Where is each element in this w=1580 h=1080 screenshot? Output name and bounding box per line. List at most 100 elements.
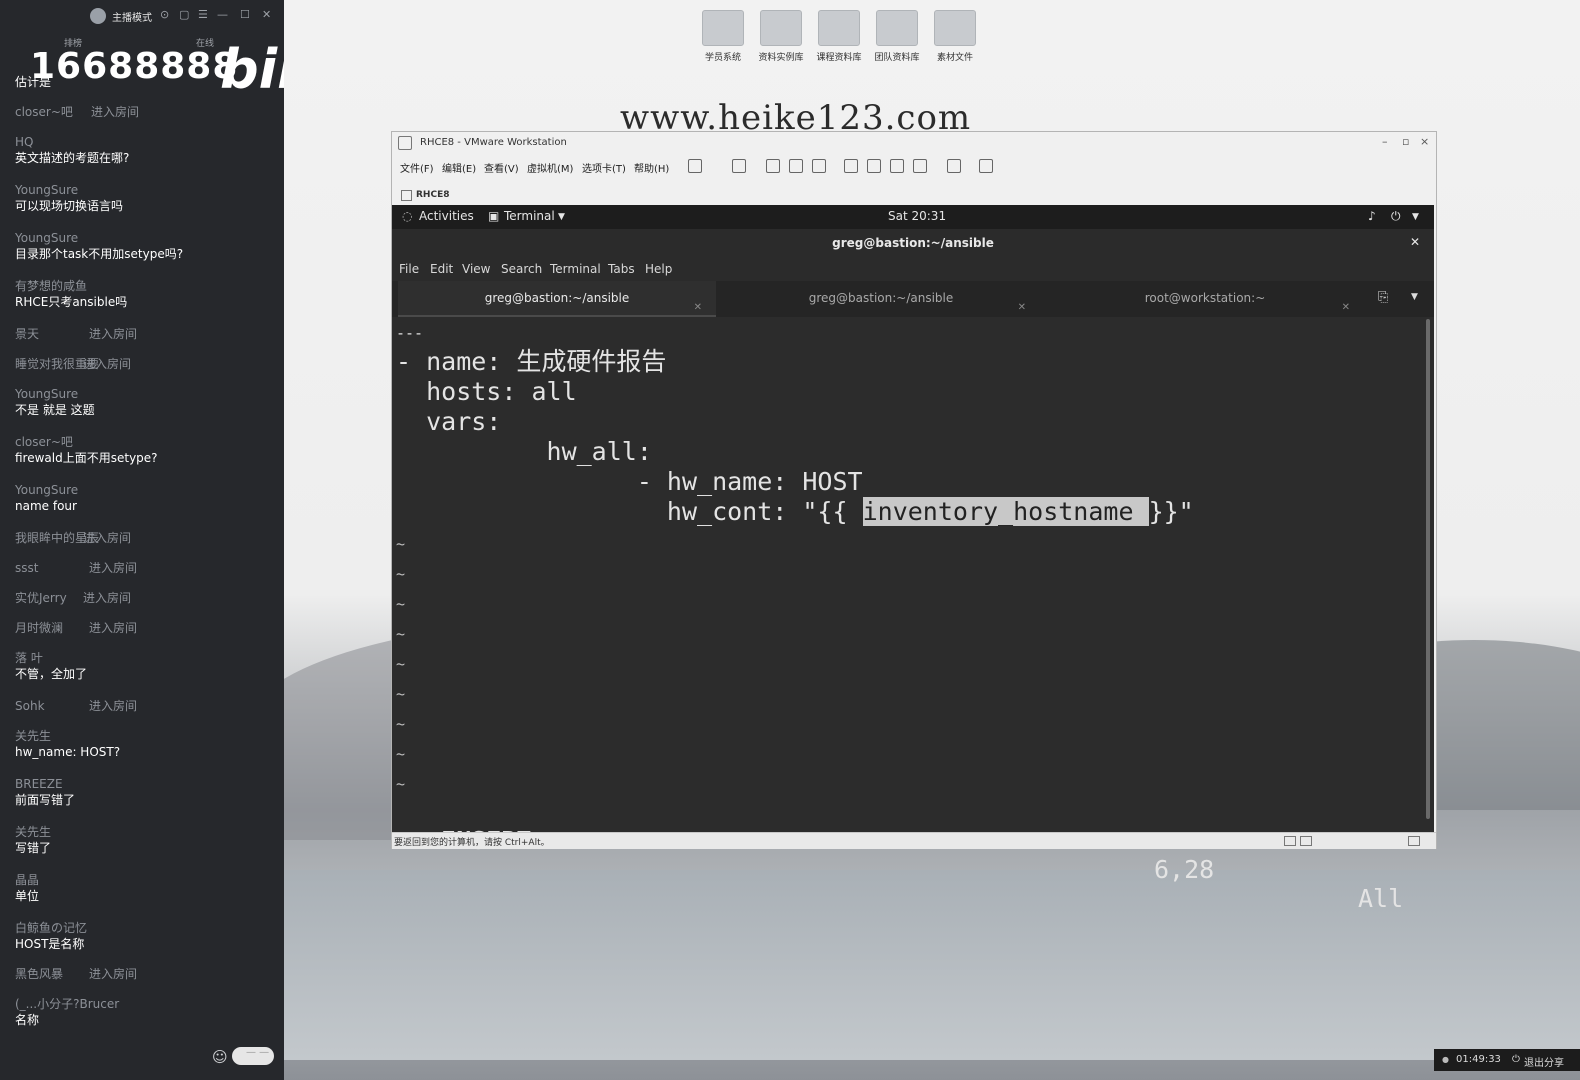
folder-icon: [702, 10, 744, 46]
chat-username[interactable]: closer~吧: [15, 104, 275, 120]
menu-view[interactable]: 查看(V): [484, 160, 519, 175]
fullscreen-icon[interactable]: [890, 159, 904, 173]
chat-username[interactable]: ssst: [15, 560, 275, 576]
menu-edit[interactable]: Edit: [430, 262, 453, 276]
chat-text: 不是 就是 这题: [15, 403, 95, 417]
console-icon[interactable]: [947, 159, 961, 173]
chat-username[interactable]: 睡觉对我很重要: [15, 356, 275, 372]
thumbnail-icon[interactable]: [867, 159, 881, 173]
power-icon[interactable]: ⏻: [1391, 209, 1401, 224]
volume-icon[interactable]: ♪: [1368, 209, 1376, 223]
chat-username[interactable]: BREEZE: [15, 776, 275, 792]
vim-editor[interactable]: --- - name: 生成硬件报告 hosts: all vars: hw_a…: [392, 317, 1422, 913]
menu-file[interactable]: File: [399, 262, 419, 276]
chat-username[interactable]: YoungSure: [15, 482, 275, 498]
chat-username[interactable]: 实优Jerry: [15, 590, 275, 606]
power-icon: ⏻: [1512, 1054, 1520, 1065]
desktop-icon[interactable]: 学员系统: [698, 10, 748, 63]
chat-message: BREEZE 前面写错了: [15, 776, 275, 808]
menu-file[interactable]: 文件(F): [400, 160, 434, 175]
menu-tabs[interactable]: 选项卡(T): [582, 160, 626, 175]
enter-room-notice: 进入房间: [83, 591, 132, 605]
close-icon[interactable]: ×: [1420, 135, 1429, 148]
menu-help[interactable]: 帮助(H): [634, 160, 669, 175]
chat-message: 月时微澜 进入房间: [15, 620, 275, 636]
scrollbar-thumb[interactable]: [1426, 319, 1430, 819]
close-icon[interactable]: ✕: [1410, 235, 1420, 249]
menu-help[interactable]: Help: [645, 262, 672, 276]
chat-message: ssst 进入房间: [15, 560, 275, 576]
desktop-icon[interactable]: 素材文件: [930, 10, 980, 63]
clock[interactable]: Sat 20:31: [888, 209, 946, 223]
terminal-menubar: File Edit View Search Terminal Tabs Help: [392, 257, 1434, 281]
terminal-tab[interactable]: greg@bastion:~/ansible ✕: [398, 281, 716, 317]
device-icon[interactable]: [1300, 836, 1312, 846]
chat-text: hw_name: HOST?: [15, 745, 121, 759]
chat-username[interactable]: YoungSure: [15, 182, 275, 198]
menu-icon[interactable]: ☰: [198, 9, 208, 21]
menu-vm[interactable]: 虚拟机(M): [527, 160, 573, 175]
chat-username[interactable]: 晶晶: [15, 872, 275, 888]
stretch-icon[interactable]: [979, 159, 993, 173]
streamer-mode-label: 主播模式: [112, 13, 152, 24]
chat-username[interactable]: (_...小分子?Brucer: [15, 996, 275, 1012]
chat-username[interactable]: 我眼眸中的星辰: [15, 530, 275, 546]
exit-share-button[interactable]: 退出分享: [1524, 1054, 1564, 1069]
minimize-icon[interactable]: —: [217, 9, 228, 21]
chat-username[interactable]: closer~吧: [15, 434, 275, 450]
scrollbar[interactable]: [1424, 317, 1432, 827]
chat-username[interactable]: 黑色风暴: [15, 966, 275, 982]
menu-view[interactable]: View: [462, 262, 490, 276]
network-icon[interactable]: [1284, 836, 1296, 846]
send-keys-icon[interactable]: [732, 159, 746, 173]
chat-username[interactable]: HQ: [15, 134, 275, 150]
vim-line: hosts: all: [396, 377, 577, 406]
chat-username[interactable]: 白鲸鱼の记忆: [15, 920, 275, 936]
chat-username[interactable]: 关先生: [15, 728, 275, 744]
new-tab-icon[interactable]: ⎘: [1378, 290, 1388, 305]
snapshot-icon[interactable]: [766, 159, 780, 173]
chat-username[interactable]: 落 叶: [15, 650, 275, 666]
chat-username[interactable]: YoungSure: [15, 386, 275, 402]
chat-username[interactable]: Sohk: [15, 698, 275, 714]
window-pin-icon[interactable]: ▢: [179, 9, 189, 21]
maximize-icon[interactable]: ☐: [240, 9, 250, 21]
chat-username[interactable]: 月时微澜: [15, 620, 275, 636]
chevron-down-icon[interactable]: ▼: [1412, 212, 1419, 222]
vmware-icon: [398, 136, 412, 150]
chat-text: HOST是名称: [15, 937, 85, 951]
menu-terminal[interactable]: Terminal: [550, 262, 601, 276]
sidebar-icon[interactable]: [844, 159, 858, 173]
message-icon[interactable]: [1408, 836, 1420, 846]
chat-username[interactable]: 有梦想的咸鱼: [15, 278, 275, 294]
menu-search[interactable]: Search: [501, 262, 542, 276]
smiley-icon[interactable]: ☺: [212, 1048, 228, 1066]
chat-username[interactable]: YoungSure: [15, 230, 275, 246]
menu-edit[interactable]: 编辑(E): [442, 160, 476, 175]
unity-icon[interactable]: [913, 159, 927, 173]
close-icon[interactable]: ✕: [262, 9, 271, 21]
activities-button[interactable]: Activities: [419, 209, 474, 223]
settings-icon[interactable]: ⊙: [160, 9, 169, 21]
desktop-icon[interactable]: 课程资料库: [814, 10, 864, 63]
chat-input-toggle[interactable]: — —: [232, 1047, 274, 1065]
record-dot-icon: ●: [1442, 1055, 1449, 1064]
enter-room-notice: 进入房间: [83, 357, 132, 371]
maximize-icon[interactable]: ▫: [1402, 135, 1409, 148]
desktop-icon[interactable]: 资料实例库: [756, 10, 806, 63]
chat-username[interactable]: 关先生: [15, 824, 275, 840]
terminal-tab[interactable]: greg@bastion:~/ansible ✕: [722, 281, 1040, 315]
chat-username[interactable]: 景天: [15, 326, 275, 342]
app-menu[interactable]: Terminal: [504, 209, 555, 223]
chat-text: 名称: [15, 1013, 40, 1027]
snapshot-manager-icon[interactable]: [812, 159, 826, 173]
menu-tabs[interactable]: Tabs: [608, 262, 635, 276]
desktop-icon[interactable]: 团队资料库: [872, 10, 922, 63]
terminal-tab[interactable]: root@workstation:~ ✕: [1046, 281, 1364, 315]
vm-tab[interactable]: RHCE8: [394, 186, 464, 204]
chevron-down-icon[interactable]: ▼: [1411, 292, 1418, 302]
pause-icon[interactable]: [688, 159, 702, 173]
minimize-icon[interactable]: –: [1382, 135, 1388, 148]
revert-snapshot-icon[interactable]: [789, 159, 803, 173]
chat-message: 我眼眸中的星辰 进入房间: [15, 530, 275, 546]
